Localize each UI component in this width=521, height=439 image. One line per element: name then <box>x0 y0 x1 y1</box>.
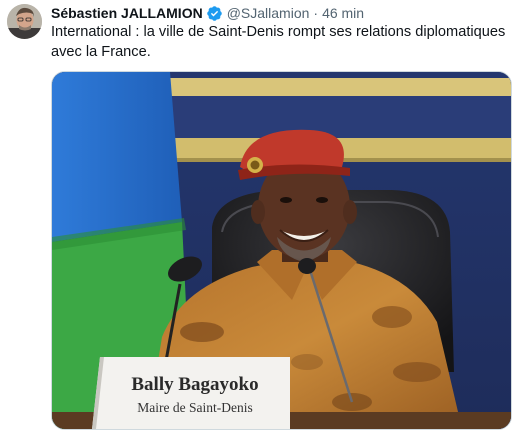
tweet[interactable]: Sébastien JALLAMION @SJallamion · 46 min… <box>0 0 521 439</box>
author-avatar[interactable] <box>7 4 42 39</box>
verified-badge-icon <box>206 5 223 22</box>
author-handle[interactable]: @SJallamion <box>227 3 310 23</box>
profile-photo <box>7 4 42 39</box>
separator-dot: · <box>313 5 319 21</box>
media-photo: Bally Bagayoko Maire de Saint-Denis <box>52 72 511 429</box>
tweet-text: International : la ville de Saint-Denis … <box>51 24 506 60</box>
tweet-header: Sébastien JALLAMION @SJallamion · 46 min <box>51 3 364 23</box>
tweet-timestamp[interactable]: 46 min <box>322 3 364 23</box>
placard-name: Bally Bagayoko <box>131 374 258 395</box>
name-placard: Bally Bagayoko Maire de Saint-Denis <box>92 357 290 429</box>
placard-title: Maire de Saint-Denis <box>137 400 252 415</box>
tweet-media-image[interactable]: Bally Bagayoko Maire de Saint-Denis <box>51 71 512 430</box>
author-name[interactable]: Sébastien JALLAMION <box>51 3 203 23</box>
